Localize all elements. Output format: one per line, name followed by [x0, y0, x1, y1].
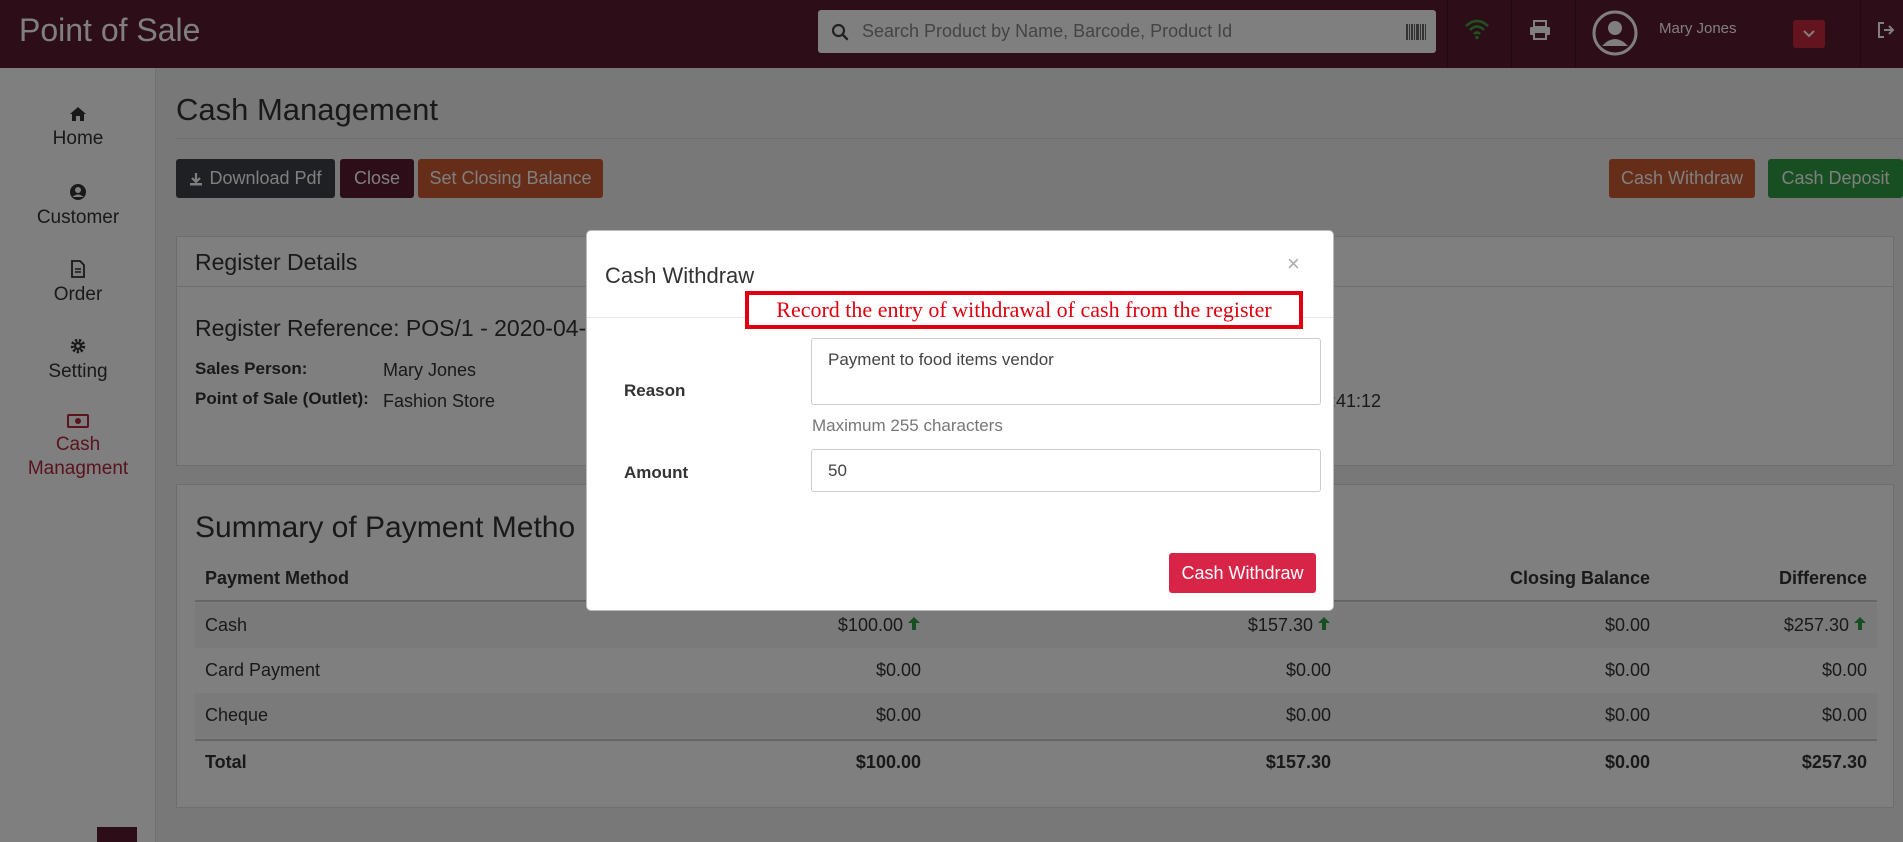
cash-withdraw-modal: Cash Withdraw × Record the entry of with…	[586, 230, 1334, 611]
amount-field[interactable]	[811, 449, 1321, 492]
reason-label: Reason	[624, 381, 686, 400]
annotation-callout: Record the entry of withdrawal of cash f…	[745, 291, 1303, 329]
amount-label: Amount	[624, 463, 689, 482]
submit-cash-withdraw-button[interactable]: Cash Withdraw	[1169, 553, 1316, 593]
reason-field[interactable]: Payment to food items vendor	[811, 338, 1321, 405]
close-icon[interactable]: ×	[1287, 251, 1300, 277]
reason-help-text: Maximum 255 characters	[812, 416, 1003, 435]
modal-title: Cash Withdraw	[605, 263, 755, 288]
